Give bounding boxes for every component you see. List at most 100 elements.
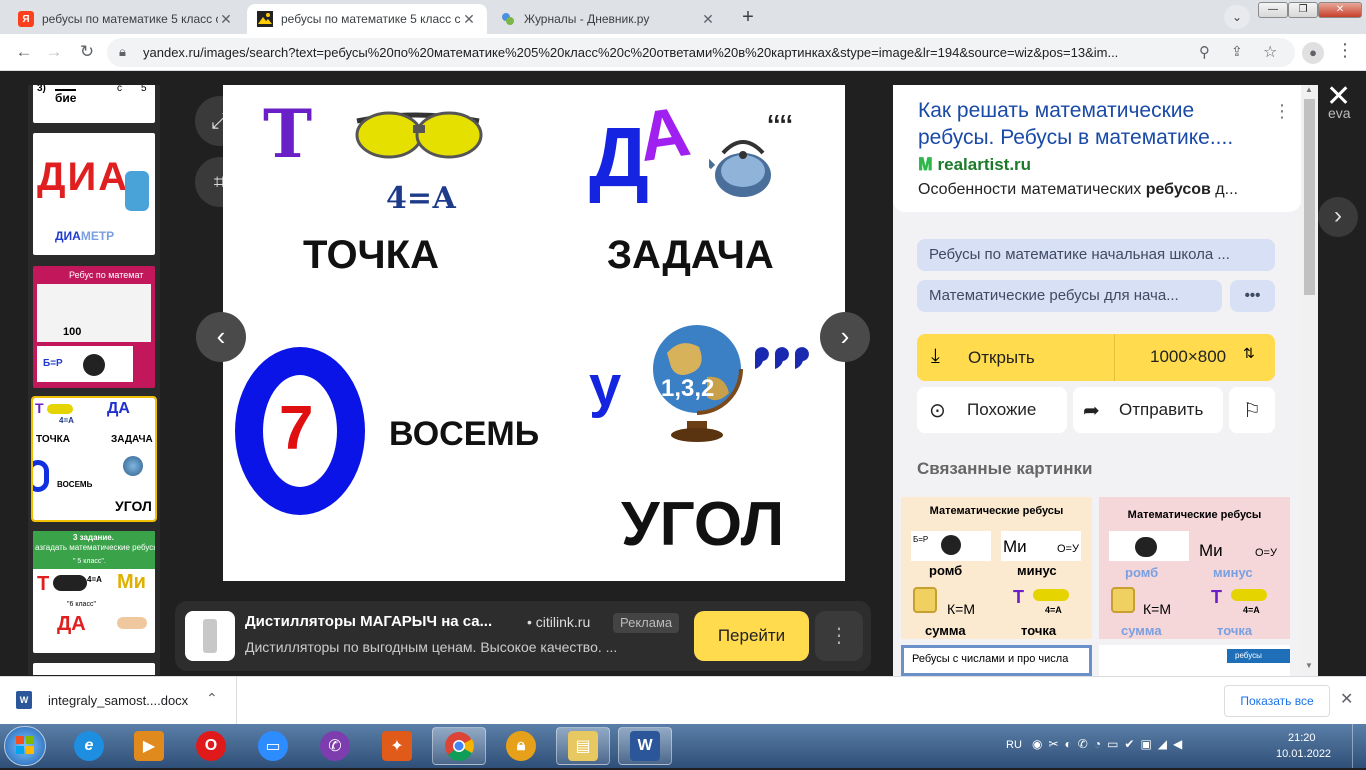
url-text[interactable]: yandex.ru/images/search?text=ребусы%20по… xyxy=(143,45,1118,60)
ad-badge: Реклама xyxy=(613,613,680,633)
size-label[interactable]: 1000×800 xyxy=(1150,347,1226,367)
ad-banner[interactable]: Дистилляторы МАГАРЫЧ на са... • citilink… xyxy=(175,601,871,671)
tab-title: ребусы по математике 5 класс с xyxy=(281,12,461,26)
thumb-text: 100 xyxy=(63,326,82,338)
related-image[interactable]: ребусы xyxy=(1099,645,1290,676)
chrome-icon[interactable] xyxy=(432,727,486,765)
language-indicator[interactable]: RU xyxy=(1006,739,1022,751)
close-tab-icon[interactable]: ✕ xyxy=(461,11,477,28)
panel-scrollbar[interactable]: ▲ ▼ xyxy=(1301,85,1318,676)
opera-icon[interactable]: O xyxy=(184,727,238,765)
close-tab-icon[interactable]: ✕ xyxy=(700,11,716,28)
source-site[interactable]: 𝐌 realartist.ru xyxy=(918,155,1031,175)
thumbnail[interactable]: ДИА ДИАМЕТР xyxy=(33,133,155,255)
commas-small: ‘‘‘‘ xyxy=(767,109,793,139)
lock-icon[interactable]: 🔒︎ xyxy=(119,44,126,60)
share-icon[interactable]: ⇪ xyxy=(1231,43,1243,60)
related-title: ребусы xyxy=(1227,649,1290,663)
thumbnail[interactable]: Ребус по математ 100 Б=Р xyxy=(33,266,155,388)
vpn-icon[interactable]: 🔒︎ xyxy=(494,727,548,765)
more-chips-button[interactable]: ••• xyxy=(1230,280,1275,312)
camera-scan-icon: ⊙ xyxy=(929,399,946,422)
download-options-chevron-icon[interactable]: ⌃ xyxy=(206,690,218,707)
zoom-app-icon[interactable]: ▭ xyxy=(246,727,300,765)
main-image[interactable]: Т 4=А ТОЧКА Д А ‘‘‘‘ ЗАДАЧА 7 ВОСЕМЬ у 1… xyxy=(223,85,845,581)
thumbnail[interactable]: 3 задание. азгадать математические ребус… xyxy=(33,531,155,653)
back-arrow-icon[interactable]: ← xyxy=(12,41,36,65)
minimize-button[interactable]: — xyxy=(1258,2,1288,18)
ad-more-button[interactable]: ⋮ xyxy=(815,611,863,661)
close-downloads-icon[interactable]: ✕ xyxy=(1340,689,1353,709)
clock-date[interactable]: 10.01.2022 xyxy=(1276,748,1331,760)
formula-globe: 1,3,2 xyxy=(661,375,715,402)
file-explorer-icon[interactable]: ▤ xyxy=(556,727,610,765)
thumbnail[interactable]: 3) бие с 5 xyxy=(33,85,155,123)
media-player-icon[interactable]: ▶ xyxy=(122,727,176,765)
bookmark-star-icon[interactable]: ☆ xyxy=(1263,42,1277,62)
zoom-icon[interactable]: ⚲ xyxy=(1199,43,1210,61)
new-tab-button[interactable]: + xyxy=(734,5,762,29)
ad-go-button[interactable]: Перейти xyxy=(694,611,809,661)
share-button[interactable]: ➦ Отправить xyxy=(1073,387,1223,433)
address-bar[interactable]: 🔒︎ yandex.ru/images/search?text=ребусы%2… xyxy=(107,38,1295,67)
thumb-text: бие xyxy=(55,89,77,105)
internet-explorer-icon[interactable]: e xyxy=(62,727,116,765)
thumbnail-selected[interactable]: Т 4=А ДА ТОЧКА ЗАДАЧА ВОСЕМЬ УГОЛ xyxy=(31,396,157,522)
commas-big xyxy=(755,347,809,369)
source-title-link[interactable]: Как решать математические ребусы. Ребусы… xyxy=(918,97,1268,151)
thumb-text: Ребус по математ xyxy=(69,270,144,280)
reload-icon[interactable]: ↻ xyxy=(75,41,99,65)
thumbnail[interactable] xyxy=(33,663,155,675)
related-image[interactable]: Математические ребусы Б=Р Ми О=У ромб ми… xyxy=(901,497,1092,639)
similar-button[interactable]: ⊙ Похожие xyxy=(917,387,1067,433)
thumb-text: 4=А xyxy=(87,575,102,584)
tab-search-chevron-icon[interactable]: ⌄ xyxy=(1224,5,1250,29)
share-label: Отправить xyxy=(1119,400,1204,419)
tray-icons[interactable]: ◉✂◐✆◔▭✔▣◢◀ xyxy=(1032,737,1188,751)
related-image[interactable]: Математические ребусы Ми О=У ромб минус … xyxy=(1099,497,1290,639)
close-tab-icon[interactable]: ✕ xyxy=(218,11,234,28)
bomb-icon xyxy=(83,354,105,376)
thumb-text: "6 класс" xyxy=(67,601,96,608)
start-button[interactable] xyxy=(4,726,46,766)
thumb-text: ДИА xyxy=(37,155,130,199)
tab-yandex-images[interactable]: ребусы по математике 5 класс с ✕ xyxy=(247,4,487,34)
thumb-text: ДИАМЕТР xyxy=(55,229,115,243)
tab-dnevnik[interactable]: Журналы - Дневник.ру ✕ xyxy=(490,4,726,34)
clock-time[interactable]: 21:20 xyxy=(1288,732,1316,744)
ad-title[interactable]: Дистилляторы МАГАРЫЧ на са... xyxy=(245,613,492,630)
next-result-button[interactable]: › xyxy=(1318,197,1358,237)
image-viewer: 3) бие с 5 ДИА ДИАМЕТР Ребус по математ … xyxy=(0,71,1366,676)
thumb-text: 3 задание. xyxy=(73,533,114,542)
bookmark-icon[interactable]: ⚐ xyxy=(1229,387,1275,433)
show-desktop-button[interactable] xyxy=(1352,724,1366,768)
show-all-downloads-button[interactable]: Показать все xyxy=(1224,685,1330,717)
sort-arrows-icon[interactable]: ⇅ xyxy=(1243,345,1255,362)
download-filename[interactable]: integraly_samost....docx xyxy=(48,693,188,708)
tab-yandex-search[interactable]: Я ребусы по математике 5 класс с ✕ xyxy=(8,4,244,34)
windows-taskbar: e ▶ O ▭ ✆ ✦ 🔒︎ ▤ W RU ◉✂◐✆◔▭✔▣◢◀ 21:20 1… xyxy=(0,724,1366,768)
digit-seven: 7 xyxy=(279,394,314,463)
share-arrow-icon: ➦ xyxy=(1083,399,1100,422)
related-title: Математические ребусы xyxy=(1127,509,1262,521)
source-card: Как решать математические ребусы. Ребусы… xyxy=(893,85,1301,212)
word-icon[interactable]: W xyxy=(618,727,672,765)
scrollbar-thumb[interactable] xyxy=(1304,99,1315,295)
app-icon[interactable]: ✦ xyxy=(370,727,424,765)
close-window-button[interactable]: ✕ xyxy=(1318,2,1362,18)
forward-arrow-icon[interactable]: → xyxy=(42,41,66,65)
viber-icon[interactable]: ✆ xyxy=(308,727,362,765)
query-chip[interactable]: Математические ребусы для нача... xyxy=(917,280,1222,312)
profile-icon[interactable]: ● xyxy=(1302,42,1324,64)
menu-dots-icon[interactable]: ⋮ xyxy=(1336,40,1354,61)
next-image-button[interactable]: › xyxy=(820,312,870,362)
query-chip[interactable]: Ребусы по математике начальная школа ... xyxy=(917,239,1275,271)
related-image[interactable]: Ребусы с числами и про числа xyxy=(901,645,1092,676)
previous-image-button[interactable]: ‹ xyxy=(196,312,246,362)
thumb-text: ВОСЕМЬ xyxy=(57,480,93,489)
thumbnail-strip: 3) бие с 5 ДИА ДИАМЕТР Ребус по математ … xyxy=(28,85,160,675)
card-menu-icon[interactable]: ⋮ xyxy=(1273,101,1291,122)
open-image-button[interactable]: ⤓ Открыть 1000×800 ⇅ xyxy=(917,334,1275,381)
related-formula: К=М xyxy=(947,601,975,617)
maximize-button[interactable]: ❐ xyxy=(1288,2,1318,18)
